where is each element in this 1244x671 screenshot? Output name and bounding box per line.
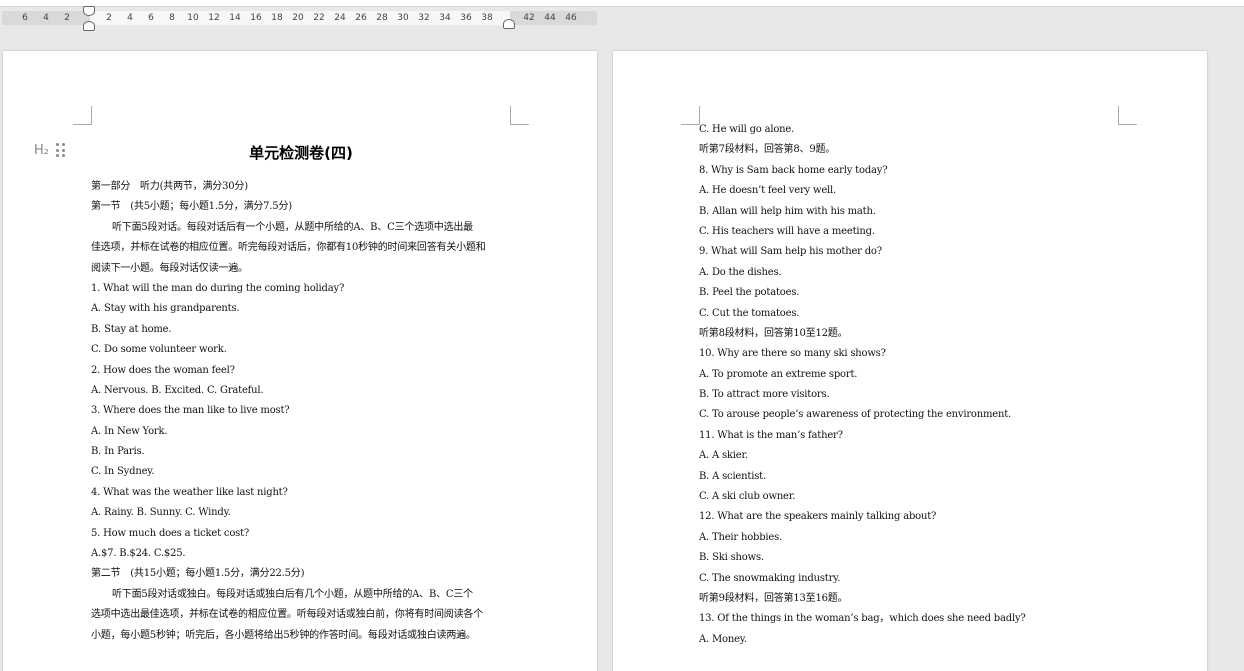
text-line[interactable]: C. To arouse people’s awareness of prote…	[699, 405, 1129, 425]
text-line[interactable]: B. Stay at home.	[91, 320, 516, 340]
text-line[interactable]: C. The snowmaking industry.	[699, 569, 1129, 589]
text-line[interactable]: B. Ski shows.	[699, 548, 1129, 568]
text-line[interactable]: 佳选项，并标在试卷的相应位置。听完每段对话后，你都有10秒钟的时间来回答有关小题…	[91, 238, 516, 258]
text-line[interactable]: B. A scientist.	[699, 467, 1129, 487]
ruler-tick: 6	[148, 13, 154, 23]
ruler-tick: 44	[544, 13, 556, 23]
text-line[interactable]: B. To attract more visitors.	[699, 385, 1129, 405]
text-line[interactable]: 选项中选出最佳选项，并标在试卷的相应位置。听每段对话或独白前，你将有时间阅读各个	[91, 605, 516, 625]
text-line[interactable]: 听下面5段对话或独白。每段对话或独白后有几个小题，从题中所给的A、B、C三个	[91, 585, 516, 605]
horizontal-ruler[interactable]: 6 4 2 2 4 6 8 10 12 14 16 18 20 22 24 26…	[2, 6, 597, 31]
ruler-tick: 46	[565, 13, 577, 23]
text-line[interactable]: C. A ski club owner.	[699, 487, 1129, 507]
text-line[interactable]: C. In Sydney.	[91, 462, 516, 482]
text-line[interactable]: A. Money.	[699, 630, 1129, 650]
ruler-tick: 2	[64, 13, 70, 23]
margin-corner-top-right	[510, 106, 529, 125]
text-line[interactable]: A. He doesn’t feel very well.	[699, 181, 1129, 201]
text-line[interactable]: C. Do some volunteer work.	[91, 340, 516, 360]
ruler-tick: 42	[523, 13, 535, 23]
text-line[interactable]: 11. What is the man’s father?	[699, 426, 1129, 446]
text-line[interactable]: A. Nervous. B. Excited. C. Grateful.	[91, 381, 516, 401]
text-line[interactable]: A. Do the dishes.	[699, 263, 1129, 283]
margin-corner-top-left	[681, 106, 700, 125]
text-line[interactable]: 听第8段材料，回答第10至12题。	[699, 324, 1129, 344]
drag-handle-icon[interactable]	[56, 143, 66, 158]
ruler-tick: 28	[376, 13, 388, 23]
ruler-tick: 6	[22, 13, 28, 23]
text-line[interactable]: C. He will go alone.	[699, 120, 1129, 140]
page-2-text[interactable]: C. He will go alone. 听第7段材料，回答第8、9题。 8. …	[699, 120, 1129, 650]
ruler-tick: 8	[169, 13, 175, 23]
ruler-tick: 32	[418, 13, 430, 23]
text-line[interactable]: 1. What will the man do during the comin…	[91, 279, 516, 299]
ruler-tick: 30	[397, 13, 409, 23]
ruler-tick: 16	[250, 13, 262, 23]
text-line[interactable]: 第一节 (共5小题；每小题1.5分，满分7.5分)	[91, 197, 516, 217]
text-line[interactable]: 听下面5段对话。每段对话后有一个小题，从题中所给的A、B、C三个选项中选出最	[91, 218, 516, 238]
ruler-tick: 24	[334, 13, 346, 23]
text-line[interactable]: A.$7. B.$24. C.$25.	[91, 544, 516, 564]
document-page-1[interactable]: H₂ 单元检测卷(四) 第一部分 听力(共两节，满分30分) 第一节 (共5小题…	[3, 51, 597, 671]
margin-corner-top-left	[73, 106, 92, 125]
ruler-tick: 26	[355, 13, 367, 23]
text-line[interactable]: 2. How does the woman feel?	[91, 361, 516, 381]
text-line[interactable]: A. In New York.	[91, 422, 516, 442]
ruler-tick: 12	[208, 13, 220, 23]
text-line[interactable]: 听第9段材料，回答第13至16题。	[699, 589, 1129, 609]
ruler-tick: 36	[460, 13, 472, 23]
page-1-text[interactable]: 第一部分 听力(共两节，满分30分) 第一节 (共5小题；每小题1.5分，满分7…	[91, 177, 516, 646]
page-title[interactable]: 单元检测卷(四)	[91, 142, 511, 163]
text-line[interactable]: A. Rainy. B. Sunny. C. Windy.	[91, 503, 516, 523]
text-line[interactable]: 听第7段材料，回答第8、9题。	[699, 140, 1129, 160]
text-line[interactable]: 第二节 (共15小题；每小题1.5分，满分22.5分)	[91, 564, 516, 584]
text-line[interactable]: 3. Where does the man like to live most?	[91, 401, 516, 421]
text-line[interactable]: A. Their hobbies.	[699, 528, 1129, 548]
heading-level-icon[interactable]: H₂	[34, 143, 49, 158]
ruler-tick: 10	[187, 13, 199, 23]
text-line[interactable]: C. His teachers will have a meeting.	[699, 222, 1129, 242]
document-page-2[interactable]: C. He will go alone. 听第7段材料，回答第8、9题。 8. …	[613, 51, 1207, 671]
ruler-tick: 14	[229, 13, 241, 23]
text-line[interactable]: 5. How much does a ticket cost?	[91, 524, 516, 544]
ruler-tick: 4	[127, 13, 133, 23]
window-top-edge	[0, 0, 1244, 7]
text-line[interactable]: 小题，每小题5秒钟；听完后，各小题将给出5秒钟的作答时间。每段对话或独白读两遍。	[91, 626, 516, 646]
text-line[interactable]: A. Stay with his grandparents.	[91, 299, 516, 319]
text-line[interactable]: 4. What was the weather like last night?	[91, 483, 516, 503]
ruler-tick: 4	[43, 13, 49, 23]
text-line[interactable]: 阅读下一小题。每段对话仅读一遍。	[91, 259, 516, 279]
text-line[interactable]: 10. Why are there so many ski shows?	[699, 344, 1129, 364]
text-line[interactable]: 9. What will Sam help his mother do?	[699, 242, 1129, 262]
ruler-tick: 20	[292, 13, 304, 23]
right-indent-marker[interactable]	[503, 19, 515, 29]
text-line[interactable]: 第一部分 听力(共两节，满分30分)	[91, 177, 516, 197]
text-line[interactable]: C. Cut the tomatoes.	[699, 304, 1129, 324]
text-line[interactable]: B. In Paris.	[91, 442, 516, 462]
first-line-indent-marker[interactable]	[83, 6, 95, 16]
ruler-tick: 22	[313, 13, 325, 23]
text-line[interactable]: 8. Why is Sam back home early today?	[699, 161, 1129, 181]
ruler-tick: 38	[481, 13, 493, 23]
text-line[interactable]: A. A skier.	[699, 446, 1129, 466]
left-indent-marker[interactable]	[83, 21, 95, 31]
text-line[interactable]: 12. What are the speakers mainly talking…	[699, 507, 1129, 527]
text-line[interactable]: B. Allan will help him with his math.	[699, 202, 1129, 222]
text-line[interactable]: A. To promote an extreme sport.	[699, 365, 1129, 385]
text-line[interactable]: 13. Of the things in the woman’s bag，whi…	[699, 609, 1129, 629]
text-line[interactable]: B. Peel the potatoes.	[699, 283, 1129, 303]
ruler-tick: 2	[106, 13, 112, 23]
ruler-tick: 34	[439, 13, 451, 23]
ruler-tick: 18	[271, 13, 283, 23]
